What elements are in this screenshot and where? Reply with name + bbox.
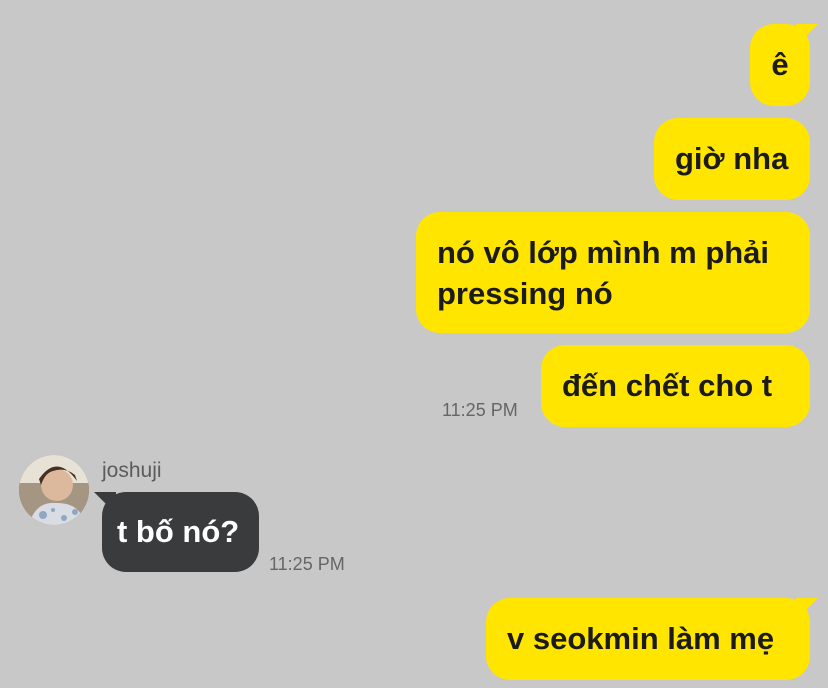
message-text: t bố nó? (117, 514, 240, 549)
message-text: v seokmin làm mẹ (507, 621, 775, 656)
message-text: giờ nha (675, 141, 789, 176)
outgoing-message-bubble[interactable]: ê (750, 24, 810, 106)
message-text-line: nó vô lớp mình m phải (437, 235, 770, 270)
outgoing-message-bubble[interactable]: đến chết cho t (541, 345, 810, 427)
message-timestamp: 11:25 PM (442, 400, 518, 420)
sender-name: joshuji (102, 459, 162, 482)
profile-photo-icon (19, 455, 89, 525)
outgoing-message-bubble[interactable]: v seokmin làm mẹ (486, 598, 810, 680)
avatar[interactable] (19, 455, 89, 525)
outgoing-message-bubble[interactable]: giờ nha (654, 118, 810, 200)
incoming-message-bubble[interactable]: t bố nó? (102, 492, 259, 572)
message-text: ê (771, 47, 789, 82)
outgoing-message-bubble[interactable]: nó vô lớp mình m phải pressing nó (416, 212, 810, 333)
message-text-line: pressing nó (437, 276, 613, 311)
message-timestamp: 11:25 PM (269, 554, 345, 574)
message-text: đến chết cho t (562, 368, 773, 403)
